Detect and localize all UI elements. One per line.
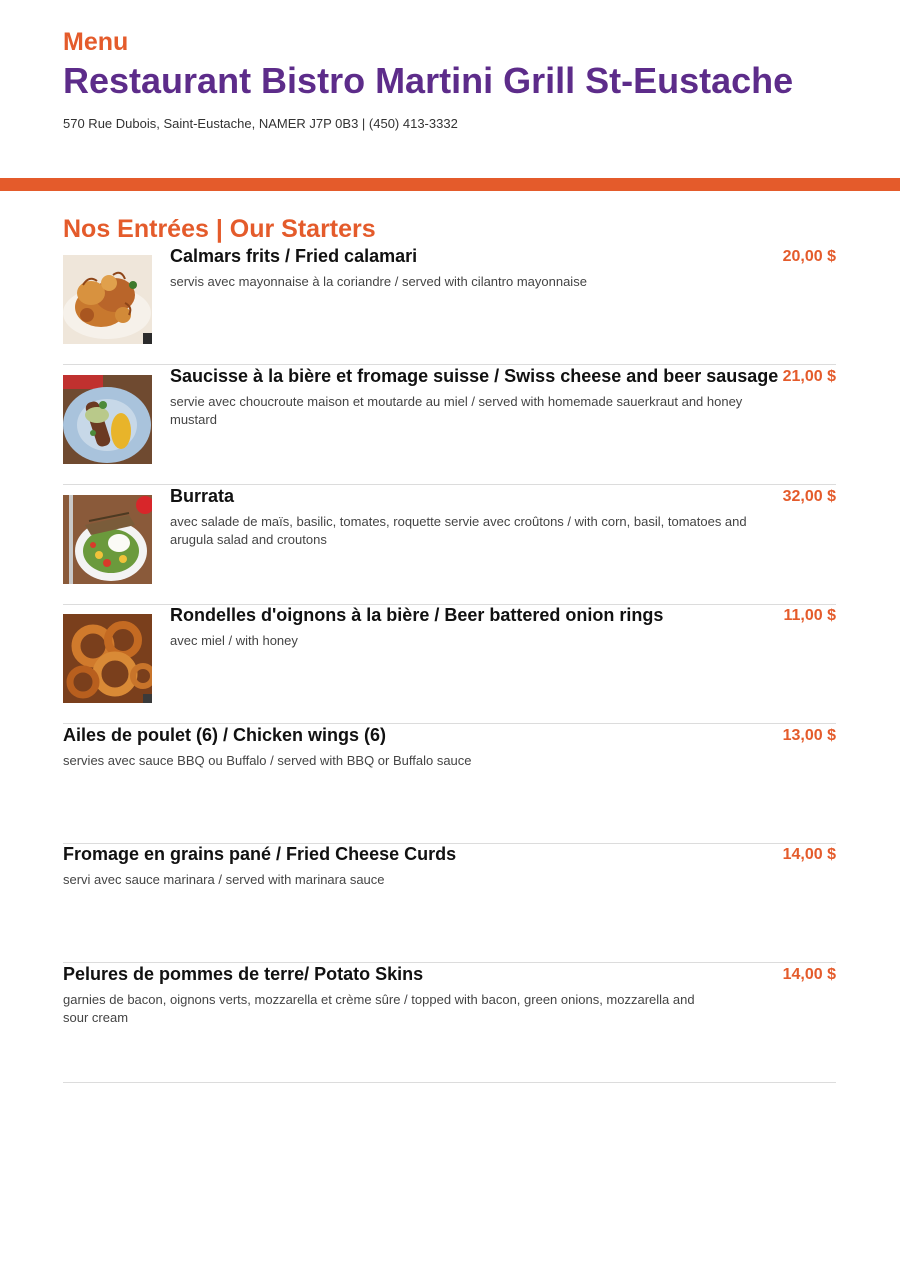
menu-item-price: 21,00 $ — [782, 368, 836, 385]
menu-item-price: 14,00 $ — [782, 966, 836, 983]
menu-item: Fromage en grains pané / Fried Cheese Cu… — [63, 843, 836, 963]
menu-page: Menu Restaurant Bistro Martini Grill St-… — [0, 0, 900, 1273]
menu-item-name: Rondelles d'oignons à la bière / Beer ba… — [170, 605, 664, 625]
menu-kicker: Menu — [63, 28, 129, 56]
menu-item-description: servi avec sauce marinara / served with … — [63, 872, 385, 887]
menu-item: Calmars frits / Fried calamari servis av… — [63, 245, 836, 365]
header-divider — [0, 178, 900, 191]
menu-item: Burrata avec salade de maïs, basilic, to… — [63, 485, 836, 605]
menu-item: Ailes de poulet (6) / Chicken wings (6) … — [63, 724, 836, 844]
restaurant-address: 570 Rue Dubois, Saint-Eustache, NAMER J7… — [63, 116, 458, 131]
menu-item-description: avec salade de maïs, basilic, tomates, r… — [170, 514, 747, 547]
menu-item-name: Saucisse à la bière et fromage suisse / … — [170, 366, 779, 386]
menu-item-description: servie avec choucroute maison et moutard… — [170, 394, 743, 427]
menu-header: Menu Restaurant Bistro Martini Grill St-… — [63, 28, 843, 132]
menu-item-name: Fromage en grains pané / Fried Cheese Cu… — [63, 844, 457, 864]
sausage-plate-photo — [63, 375, 152, 464]
menu-item-text: Rondelles d'oignons à la bière / Beer ba… — [170, 604, 760, 650]
menu-item-text: Saucisse à la bière et fromage suisse / … — [170, 365, 779, 429]
menu-item-text: Pelures de pommes de terre/ Potato Skins… — [63, 963, 703, 1027]
menu-item: Rondelles d'oignons à la bière / Beer ba… — [63, 604, 836, 724]
menu-item-description: servis avec mayonnaise à la coriandre / … — [170, 274, 587, 289]
menu-item-description: garnies de bacon, oignons verts, mozzare… — [63, 992, 695, 1025]
menu-item: Pelures de pommes de terre/ Potato Skins… — [63, 963, 836, 1083]
menu-item: Saucisse à la bière et fromage suisse / … — [63, 365, 836, 485]
section-title: Nos Entrées | Our Starters — [63, 215, 376, 243]
menu-item-description: avec miel / with honey — [170, 633, 298, 648]
menu-item-description: servies avec sauce BBQ ou Buffalo / serv… — [63, 753, 472, 768]
menu-item-name: Ailes de poulet (6) / Chicken wings (6) — [63, 725, 387, 745]
menu-item-name: Pelures de pommes de terre/ Potato Skins — [63, 964, 424, 984]
restaurant-name: Restaurant Bistro Martini Grill St-Eusta… — [63, 60, 794, 101]
menu-item-price: 20,00 $ — [782, 248, 836, 265]
menu-item-name: Calmars frits / Fried calamari — [170, 246, 418, 266]
burrata-salad-photo — [63, 495, 152, 584]
menu-item-text: Fromage en grains pané / Fried Cheese Cu… — [63, 843, 703, 889]
menu-item-price: 11,00 $ — [783, 607, 837, 624]
menu-item-price: 13,00 $ — [782, 727, 836, 744]
menu-item-text: Calmars frits / Fried calamari servis av… — [170, 245, 760, 291]
onion-rings-photo — [63, 614, 152, 703]
menu-item-text: Burrata avec salade de maïs, basilic, to… — [170, 485, 760, 549]
menu-item-price: 32,00 $ — [782, 488, 836, 505]
menu-item-price: 14,00 $ — [782, 846, 836, 863]
menu-item-text: Ailes de poulet (6) / Chicken wings (6) … — [63, 724, 703, 770]
fried-calamari-photo — [63, 255, 152, 344]
menu-item-name: Burrata — [170, 486, 235, 506]
